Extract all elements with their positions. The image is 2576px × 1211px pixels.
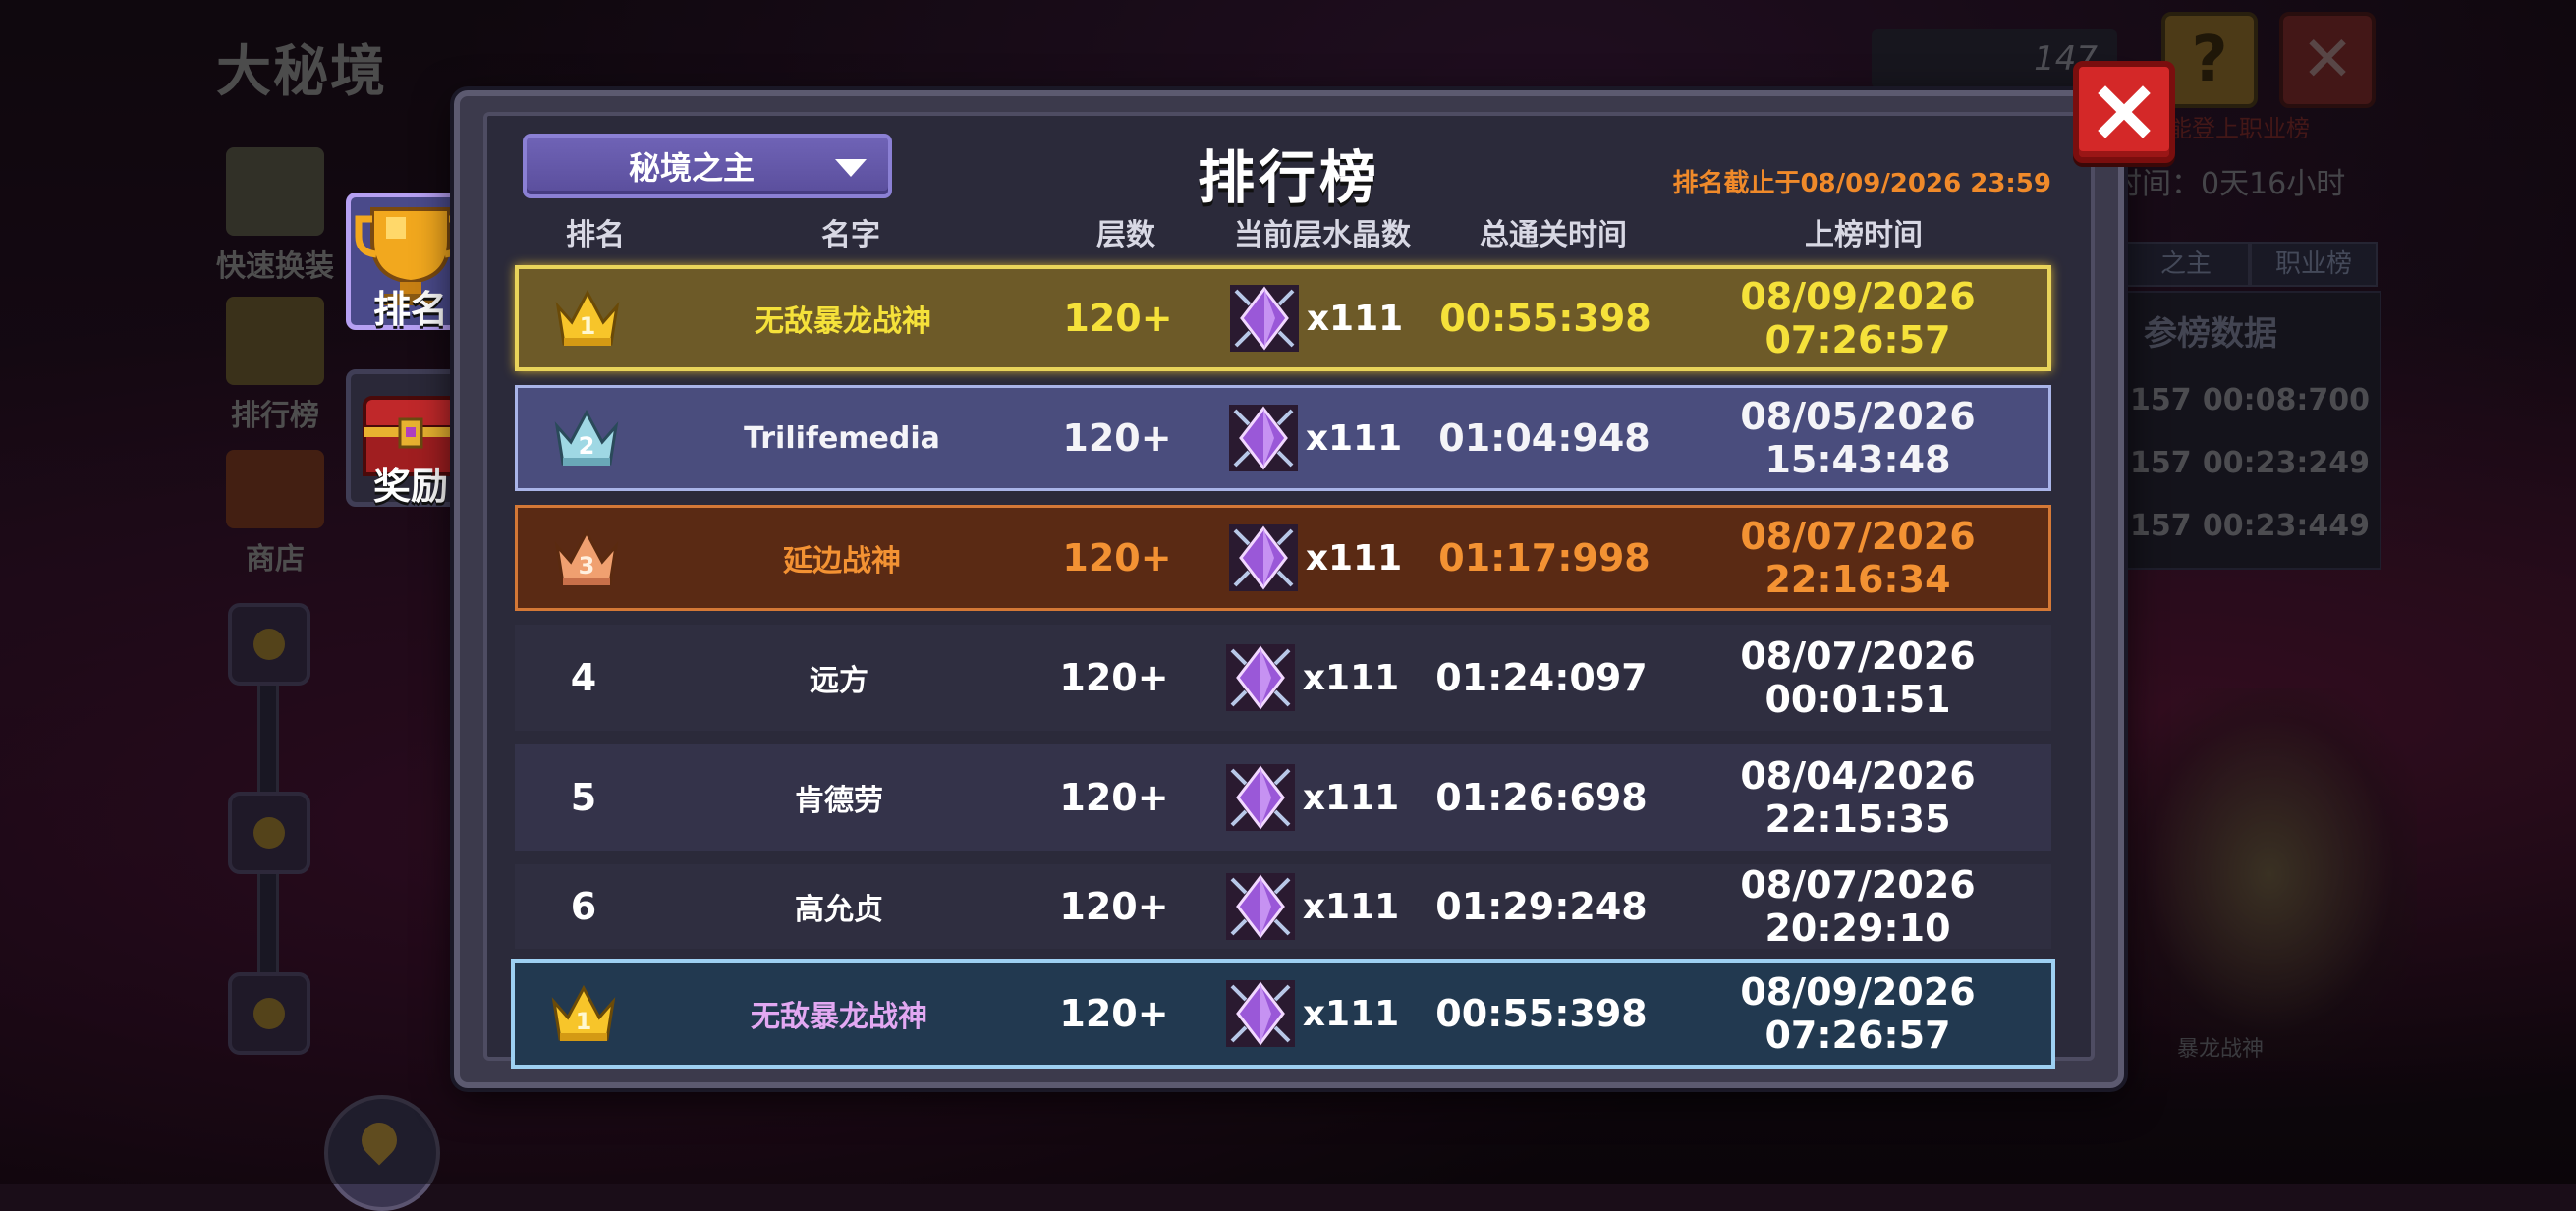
my-rank-row[interactable]: 1 无敌暴龙战神 120+ x111 00:55:398 08/09/2026 … <box>511 959 2055 1069</box>
crystal-count: x111 <box>1302 657 1400 698</box>
svg-text:1: 1 <box>576 1008 592 1035</box>
crystal-cell: x111 <box>1203 640 1419 715</box>
table-row[interactable]: 2 Trilifemedia 120+ x111 01:04:948 08/05… <box>515 385 2051 491</box>
total-time: 00:55:398 <box>1439 297 1652 340</box>
svg-text:2: 2 <box>579 432 595 460</box>
table-header: 排名 名字 层数 当前层水晶数 总通关时间 上榜时间 <box>527 210 2051 252</box>
floor-value: 120+ <box>1059 885 1169 928</box>
crystal-count: x111 <box>1305 417 1403 459</box>
crystal-icon <box>1229 285 1299 352</box>
crystal-icon <box>1225 873 1295 940</box>
rank-number: 5 <box>570 776 597 819</box>
table-row[interactable]: 4 远方 120+ x111 01:24:097 08/07/2026 00:0… <box>515 625 2051 731</box>
crystal-count: x111 <box>1302 777 1400 818</box>
listed-time: 08/05/2026 15:43:48 <box>1740 395 1976 481</box>
listed-time: 08/07/2026 20:29:10 <box>1740 863 1976 950</box>
player-name: 无敌暴龙战神 <box>755 304 931 339</box>
rank-cell: 6 <box>515 885 652 928</box>
header-listed-time: 上榜时间 <box>1805 218 1923 252</box>
floor-value: 120+ <box>1059 776 1169 819</box>
listed-time: 08/09/2026 07:26:57 <box>1740 970 1976 1057</box>
gold-crown-icon: 1 <box>555 289 620 346</box>
floor-value: 120+ <box>1063 297 1173 340</box>
floor-value: 120+ <box>1062 536 1172 579</box>
floor-value: 120+ <box>1062 416 1172 460</box>
bronze-crown-icon: 3 <box>554 528 619 585</box>
crystal-cell: x111 <box>1205 401 1422 475</box>
total-time: 01:17:998 <box>1438 536 1651 579</box>
crystal-icon <box>1228 405 1298 471</box>
crystal-count: x111 <box>1306 298 1404 339</box>
leaderboard-dialog: 秘境之主 排行榜 排名截止于08/09/2026 23:59 排名 名字 层数 … <box>454 90 2124 1088</box>
rank-cell: 1 <box>515 978 652 1049</box>
player-name: Trilifemedia <box>744 420 940 456</box>
svg-text:1: 1 <box>580 312 596 340</box>
player-name: 无敌暴龙战神 <box>751 1000 927 1034</box>
rank-cell: 4 <box>515 656 652 699</box>
listed-time: 08/07/2026 00:01:51 <box>1740 634 1976 721</box>
close-icon <box>2098 85 2151 138</box>
table-row[interactable]: 1 无敌暴龙战神 120+ x111 00:55:398 08/09/2026 … <box>515 265 2051 371</box>
svg-text:3: 3 <box>579 552 595 579</box>
total-time: 01:29:248 <box>1435 885 1648 928</box>
silver-crown-icon: 2 <box>554 409 619 466</box>
header-total-time: 总通关时间 <box>1480 218 1627 252</box>
rank-cell: 3 <box>518 523 655 593</box>
crystal-count: x111 <box>1302 993 1400 1034</box>
player-name: 高允贞 <box>795 893 883 927</box>
floor-value: 120+ <box>1059 992 1169 1035</box>
listed-time: 08/07/2026 22:16:34 <box>1740 515 1976 601</box>
table-row[interactable]: 3 延边战神 120+ x111 01:17:998 08/07/2026 22… <box>515 505 2051 611</box>
crystal-cell: x111 <box>1203 760 1419 835</box>
close-button[interactable] <box>2073 61 2175 163</box>
header-rank: 排名 <box>566 218 625 252</box>
listed-time: 08/09/2026 07:26:57 <box>1740 275 1976 361</box>
crystal-icon <box>1225 980 1295 1047</box>
rank-number: 6 <box>570 885 597 928</box>
tab-ranking-label: 排名 <box>372 288 448 331</box>
rank-cell: 1 <box>519 283 656 354</box>
total-time: 00:55:398 <box>1435 992 1648 1035</box>
crystal-count: x111 <box>1305 537 1403 578</box>
table-row[interactable]: 5 肯德劳 120+ x111 01:26:698 08/04/2026 22:… <box>515 744 2051 851</box>
crystal-cell: x111 <box>1203 869 1419 944</box>
rank-number: 4 <box>570 656 597 699</box>
crystal-cell: x111 <box>1206 281 1423 356</box>
table-row[interactable]: 6 高允贞 120+ x111 01:29:248 08/07/2026 20:… <box>515 863 2051 950</box>
header-floor: 层数 <box>1096 218 1155 252</box>
crystal-icon <box>1228 524 1298 591</box>
rank-cell: 5 <box>515 776 652 819</box>
total-time: 01:04:948 <box>1438 416 1651 460</box>
deadline-text: 排名截止于08/09/2026 23:59 <box>1672 169 2051 198</box>
crystal-count: x111 <box>1302 886 1400 927</box>
crystal-cell: x111 <box>1205 521 1422 595</box>
crystal-icon <box>1225 764 1295 831</box>
crystal-cell: x111 <box>1203 976 1419 1051</box>
player-name: 延边战神 <box>783 544 901 578</box>
rank-cell: 2 <box>518 403 655 473</box>
floor-value: 120+ <box>1059 656 1169 699</box>
tab-rewards-label: 奖励 <box>372 465 448 508</box>
gold-crown-icon: 1 <box>551 984 616 1041</box>
player-name: 远方 <box>810 664 868 698</box>
total-time: 01:26:698 <box>1435 776 1648 819</box>
header-crystal: 当前层水晶数 <box>1234 218 1411 252</box>
listed-time: 08/04/2026 22:15:35 <box>1740 754 1976 841</box>
leaderboard-panel: 秘境之主 排行榜 排名截止于08/09/2026 23:59 排名 名字 层数 … <box>483 112 2095 1069</box>
header-name: 名字 <box>821 218 880 252</box>
player-name: 肯德劳 <box>795 784 883 818</box>
total-time: 01:24:097 <box>1435 656 1648 699</box>
crystal-icon <box>1225 644 1295 711</box>
